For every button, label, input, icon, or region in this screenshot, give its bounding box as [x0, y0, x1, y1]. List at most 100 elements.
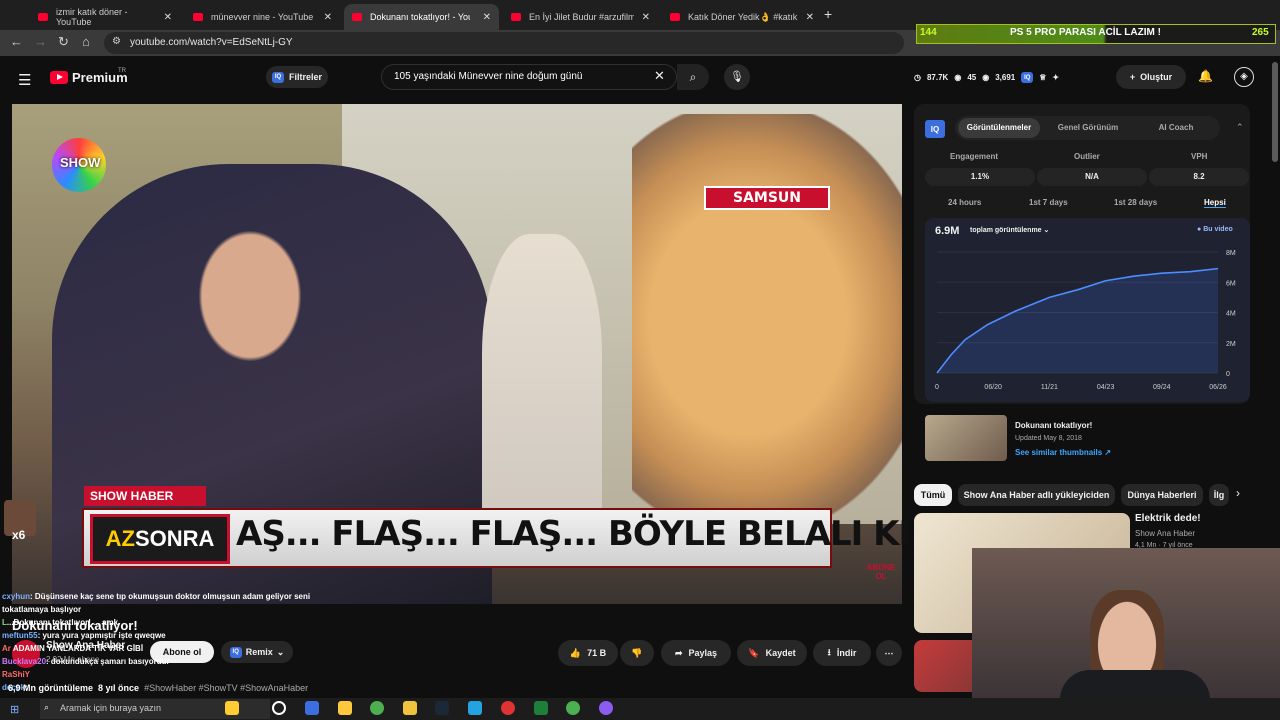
- tab-ai-coach[interactable]: AI Coach: [1136, 118, 1216, 138]
- browser-tab[interactable]: izmir katık döner - YouTube ✕: [30, 4, 180, 30]
- chrome-icon[interactable]: [566, 701, 580, 715]
- hamburger-menu-icon[interactable]: ☰: [18, 71, 31, 89]
- sparkle-icon[interactable]: ✦: [1052, 73, 1059, 82]
- chart-x-tick: 11/21: [1041, 384, 1058, 391]
- chrome-icon[interactable]: [370, 701, 384, 715]
- browser-tab[interactable]: münevver nine - YouTube ✕: [185, 4, 340, 30]
- range-7d[interactable]: 1st 7 days: [1029, 198, 1068, 207]
- close-icon[interactable]: ✕: [483, 12, 491, 23]
- stat-value: 87.7K: [926, 73, 949, 82]
- filters-button[interactable]: IQ Filtreler: [266, 66, 328, 88]
- youtube-favicon-icon: [352, 13, 362, 21]
- range-all[interactable]: Hepsi: [1204, 198, 1226, 208]
- browser-tab[interactable]: Katık Döner Yedik👌 #katık #dö ✕: [662, 4, 822, 30]
- recommended-channel[interactable]: Show Ana Haber: [1135, 529, 1195, 538]
- chat-text: : dokundukça şamarı basıyordur: [46, 657, 170, 666]
- chat-text: tokatlamaya başlıyor: [2, 605, 82, 614]
- download-button[interactable]: ⭳ İndir: [813, 640, 871, 666]
- video-description-header[interactable]: 6,9 Mn görüntüleme 8 yıl önce #ShowHaber…: [8, 683, 308, 693]
- share-button[interactable]: ➦ Paylaş: [661, 640, 731, 666]
- close-icon[interactable]: ✕: [324, 12, 332, 23]
- range-28d[interactable]: 1st 28 days: [1114, 198, 1157, 207]
- reload-icon[interactable]: ↻: [58, 34, 69, 50]
- chip-world-news[interactable]: Dünya Haberleri: [1121, 484, 1203, 506]
- chart-x-tick: 0: [935, 384, 939, 391]
- chat-message: tokatlamaya başlıyor: [2, 603, 362, 616]
- youtube-favicon-icon: [670, 13, 680, 21]
- close-icon[interactable]: ✕: [806, 12, 814, 23]
- recommended-title[interactable]: Elektrik dede!: [1135, 513, 1201, 524]
- tab-views[interactable]: Görüntülenmeler: [958, 118, 1040, 138]
- page-scrollbar[interactable]: [1272, 62, 1278, 162]
- folder-icon[interactable]: [403, 701, 417, 715]
- tab-title: münevver nine - YouTube: [211, 12, 314, 22]
- related-thumbnail[interactable]: [925, 415, 1007, 461]
- search-icon: ⌕: [689, 70, 697, 84]
- chat-text: : yura yura yapmıştır işte qweqwe: [37, 631, 166, 640]
- chat-text: : Düşünsene kaç sene tıp okumuşsun dokto…: [30, 592, 311, 601]
- trophy-icon[interactable]: ♕: [1039, 73, 1046, 82]
- create-button[interactable]: + Oluştur: [1116, 65, 1186, 89]
- collapse-icon[interactable]: ⌃: [1236, 122, 1244, 133]
- dislike-button[interactable]: 👎: [620, 640, 654, 666]
- windows-start-icon[interactable]: ⊞: [10, 703, 19, 716]
- new-tab-button[interactable]: +: [824, 6, 832, 22]
- sonra-text: SONRA: [134, 526, 215, 551]
- youtube-logo[interactable]: Premium: [50, 70, 128, 85]
- bookmark-icon: 🔖: [748, 647, 760, 658]
- app-icon[interactable]: [501, 701, 515, 715]
- browser-tab-active[interactable]: Dokunanı tokatlıyor! - YouTube ✕: [344, 4, 499, 30]
- chat-user: meftun55: [2, 631, 38, 640]
- share-icon: ➦: [674, 647, 683, 658]
- forward-icon[interactable]: →: [34, 34, 47, 49]
- clock-icon: ◷: [914, 73, 921, 82]
- sparkle-icon[interactable]: [225, 701, 239, 715]
- chevron-right-icon[interactable]: ›: [1236, 486, 1240, 500]
- store-icon[interactable]: [338, 701, 352, 715]
- hashtags[interactable]: #ShowHaber #ShowTV #ShowAnaHaber: [144, 683, 308, 693]
- youtube-play-icon: [50, 71, 68, 84]
- close-icon[interactable]: ✕: [642, 12, 650, 23]
- create-label: Oluştur: [1140, 72, 1173, 82]
- save-button[interactable]: 🔖 Kaydet: [737, 640, 807, 666]
- close-icon[interactable]: ✕: [164, 12, 172, 23]
- chip-all[interactable]: Tümü: [914, 484, 952, 506]
- thumbs-down-icon: 👎: [631, 647, 643, 658]
- views-metric-label: toplam görüntülenme: [970, 227, 1042, 234]
- similar-thumbnails-link[interactable]: See similar thumbnails ↗: [1015, 448, 1111, 457]
- notifications-bell-icon[interactable]: 🔔: [1198, 69, 1213, 83]
- youtube-favicon-icon: [511, 13, 521, 21]
- voice-search-button[interactable]: 🎙: [724, 64, 750, 90]
- logo-country: TR: [118, 68, 126, 74]
- more-actions-button[interactable]: ⋯: [876, 640, 902, 666]
- browser-tab[interactable]: En İyi Jilet Budur #arzufilm #ne ✕: [503, 4, 658, 30]
- clear-search-icon[interactable]: ✕: [654, 68, 665, 84]
- task-view-icon[interactable]: [272, 701, 286, 715]
- app-icon[interactable]: [599, 701, 613, 715]
- iq-icon[interactable]: IQ: [1021, 72, 1034, 83]
- chat-text: ...Dokunanı tokatlıyor! ... amk: [6, 618, 119, 627]
- chart-x-tick: 06/26: [1209, 384, 1227, 391]
- home-icon[interactable]: ⌂: [82, 34, 90, 49]
- telegram-icon[interactable]: [468, 701, 482, 715]
- view-count: 6,9 Mn görüntüleme: [8, 683, 94, 693]
- tab-overview[interactable]: Genel Görünüm: [1046, 118, 1130, 138]
- chip-uploader[interactable]: Show Ana Haber adlı yükleyiciden: [958, 484, 1115, 506]
- back-icon[interactable]: ←: [10, 34, 23, 49]
- app-icon[interactable]: [534, 701, 548, 715]
- chat-user: Ar: [2, 644, 11, 653]
- eye-icon: ◉: [982, 73, 990, 82]
- metric-label: Outlier: [1074, 152, 1100, 161]
- views-metric-dropdown[interactable]: toplam görüntülenme ⌄: [970, 226, 1049, 234]
- like-button[interactable]: 👍 71 B: [558, 640, 618, 666]
- chart-y-tick: 0: [1226, 371, 1230, 378]
- site-info-icon[interactable]: ⚙: [112, 36, 121, 47]
- app-icon[interactable]: [305, 701, 319, 715]
- youtube-favicon-icon: [193, 13, 203, 21]
- search-button[interactable]: ⌕: [677, 64, 709, 90]
- steam-icon[interactable]: [435, 701, 449, 715]
- range-24h[interactable]: 24 hours: [948, 198, 981, 207]
- chip-related[interactable]: İlg: [1209, 484, 1229, 506]
- account-avatar[interactable]: ◈: [1234, 67, 1254, 87]
- search-icon: ⌕: [44, 702, 50, 712]
